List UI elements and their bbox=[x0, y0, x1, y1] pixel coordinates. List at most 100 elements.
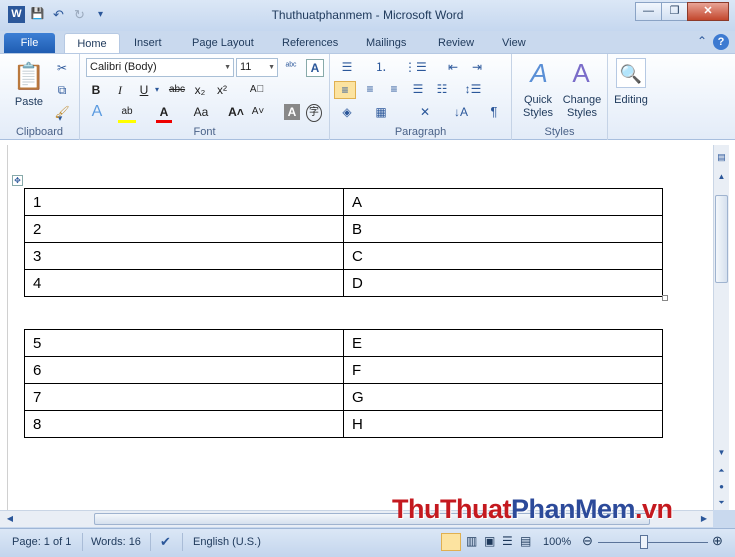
italic-icon[interactable]: I bbox=[112, 82, 128, 98]
enclose-characters-icon[interactable]: 字 bbox=[306, 104, 322, 122]
numbering-icon[interactable]: ⒈ bbox=[370, 59, 392, 75]
sort-icon[interactable]: ↓A bbox=[452, 104, 470, 120]
vertical-scroll-thumb[interactable] bbox=[715, 195, 728, 283]
align-right-icon[interactable]: ≡ bbox=[384, 81, 404, 97]
ruler-toggle-icon[interactable]: ▤ bbox=[715, 149, 728, 165]
tab-review[interactable]: Review bbox=[430, 33, 482, 54]
minimize-button[interactable]: — bbox=[635, 2, 662, 21]
zoom-slider-thumb[interactable] bbox=[640, 535, 648, 549]
superscript-icon[interactable]: x² bbox=[214, 82, 230, 98]
table-cell[interactable]: 1 bbox=[24, 188, 344, 216]
web-layout-icon[interactable]: ▣ bbox=[484, 534, 495, 548]
table-cell[interactable]: C bbox=[343, 242, 663, 270]
table-1[interactable]: 1A 2B 3C 4D bbox=[24, 188, 663, 297]
zoom-out-icon[interactable]: ⊖ bbox=[582, 533, 593, 549]
align-center-icon[interactable]: ≡ bbox=[360, 81, 380, 97]
outline-view-icon[interactable]: ☰ bbox=[502, 534, 513, 548]
table-cell[interactable]: 7 bbox=[24, 383, 344, 411]
decrease-indent-icon[interactable]: ⇤ bbox=[444, 59, 462, 75]
previous-page-icon[interactable]: ⏶ bbox=[715, 463, 728, 479]
bullets-icon[interactable]: ☰ bbox=[336, 59, 358, 75]
minimize-ribbon-icon[interactable]: ⌃ bbox=[697, 34, 707, 50]
copy-icon[interactable]: ⧉ bbox=[54, 82, 70, 98]
table-resize-handle[interactable] bbox=[662, 295, 668, 301]
quick-styles-icon[interactable]: A bbox=[524, 58, 554, 88]
show-formatting-icon[interactable]: ¶ bbox=[486, 104, 502, 120]
vertical-scrollbar[interactable]: ▤ ▲ ▼ ⏶ ● ⏷ bbox=[713, 145, 729, 510]
print-layout-view-icon[interactable] bbox=[441, 533, 461, 551]
shrink-font-size-icon[interactable]: A˅ bbox=[250, 104, 266, 120]
browse-object-icon[interactable]: ● bbox=[715, 479, 728, 495]
cut-icon[interactable]: ✂ bbox=[54, 60, 70, 76]
align-left-icon[interactable]: ≡ bbox=[334, 81, 356, 99]
format-painter-icon[interactable]: 🖌 bbox=[54, 104, 70, 120]
paste-icon[interactable]: 📋 bbox=[12, 60, 46, 92]
table-cell[interactable]: 6 bbox=[24, 356, 344, 384]
increase-indent-icon[interactable]: ⇥ bbox=[468, 59, 486, 75]
zoom-in-icon[interactable]: ⊕ bbox=[712, 533, 723, 549]
bold-icon[interactable]: B bbox=[88, 82, 104, 98]
scroll-left-icon[interactable]: ◀ bbox=[4, 511, 16, 527]
table-cell[interactable]: F bbox=[343, 356, 663, 384]
table-cell[interactable]: 8 bbox=[24, 410, 344, 438]
full-screen-reading-icon[interactable]: ▥ bbox=[466, 534, 477, 548]
scroll-right-icon[interactable]: ▶ bbox=[698, 511, 710, 527]
table-cell[interactable]: G bbox=[343, 383, 663, 411]
word-count[interactable]: Words: 16 bbox=[91, 536, 141, 548]
line-spacing-icon[interactable]: ↕☰ bbox=[462, 81, 484, 97]
font-size-combo[interactable]: 11 ▼ bbox=[236, 58, 278, 77]
font-size-change-icon[interactable]: Aa bbox=[190, 104, 212, 120]
underline-dropdown-icon[interactable]: ▾ bbox=[152, 82, 162, 98]
tab-view[interactable]: View bbox=[494, 33, 534, 54]
tab-file[interactable]: File bbox=[4, 33, 55, 54]
zoom-level[interactable]: 100% bbox=[543, 536, 571, 548]
tab-insert[interactable]: Insert bbox=[126, 33, 170, 54]
borders-icon[interactable]: ▦ bbox=[370, 104, 392, 120]
tab-references[interactable]: References bbox=[274, 33, 346, 54]
change-case-icon[interactable]: A bbox=[306, 59, 324, 77]
table-2[interactable]: 5E 6F 7G 8H bbox=[24, 329, 663, 438]
paste-button[interactable]: Paste bbox=[6, 96, 52, 109]
table-cell[interactable]: D bbox=[343, 269, 663, 297]
proofing-icon[interactable]: ✔ bbox=[160, 534, 171, 550]
table-cell[interactable]: 5 bbox=[24, 329, 344, 357]
justify-icon[interactable]: ☰ bbox=[408, 81, 428, 97]
character-shading-icon[interactable]: A bbox=[284, 104, 300, 120]
zoom-slider-track[interactable] bbox=[598, 542, 708, 543]
clear-formatting-icon[interactable]: A⃠ bbox=[248, 82, 266, 98]
subscript-icon[interactable]: x₂ bbox=[192, 82, 208, 98]
change-styles-icon[interactable]: A bbox=[566, 58, 596, 88]
tab-page-layout[interactable]: Page Layout bbox=[184, 33, 262, 54]
table-cell[interactable]: B bbox=[343, 215, 663, 243]
page-count[interactable]: Page: 1 of 1 bbox=[12, 536, 71, 548]
strikethrough-icon[interactable]: abc bbox=[166, 82, 188, 98]
scroll-down-icon[interactable]: ▼ bbox=[715, 445, 728, 461]
close-button[interactable]: ✕ bbox=[687, 2, 729, 21]
grow-font-size-icon[interactable]: A˄ bbox=[228, 104, 244, 120]
tab-mailings[interactable]: Mailings bbox=[358, 33, 414, 54]
shading-icon[interactable]: ◈ bbox=[336, 104, 358, 120]
table-cell[interactable]: A bbox=[343, 188, 663, 216]
language-indicator[interactable]: English (U.S.) bbox=[193, 536, 261, 548]
underline-icon[interactable]: U bbox=[136, 82, 152, 98]
table-cell[interactable]: 2 bbox=[24, 215, 344, 243]
help-icon[interactable]: ? bbox=[713, 34, 729, 50]
text-effects-icon[interactable]: A bbox=[88, 104, 106, 120]
distributed-icon[interactable]: ☷ bbox=[432, 81, 452, 97]
quick-styles-button[interactable]: Quick Styles bbox=[514, 94, 562, 120]
table-cell[interactable]: 4 bbox=[24, 269, 344, 297]
table-cell[interactable]: E bbox=[343, 329, 663, 357]
chinese-layout-icon[interactable]: ✕ bbox=[414, 104, 436, 120]
draft-view-icon[interactable]: ▤ bbox=[520, 534, 531, 548]
font-color-icon[interactable]: A bbox=[156, 104, 172, 123]
tab-home[interactable]: Home bbox=[64, 33, 120, 55]
restore-button[interactable]: ❐ bbox=[661, 2, 688, 21]
table-cell[interactable]: 3 bbox=[24, 242, 344, 270]
table-cell[interactable]: H bbox=[343, 410, 663, 438]
next-page-icon[interactable]: ⏷ bbox=[715, 495, 728, 511]
table-move-handle-icon[interactable]: ✥ bbox=[12, 175, 23, 186]
change-styles-button[interactable]: Change Styles bbox=[558, 94, 606, 120]
font-name-combo[interactable]: Calibri (Body) ▼ bbox=[86, 58, 234, 77]
editing-button[interactable]: Editing bbox=[608, 94, 654, 107]
multilevel-list-icon[interactable]: ⋮☰ bbox=[404, 59, 427, 75]
